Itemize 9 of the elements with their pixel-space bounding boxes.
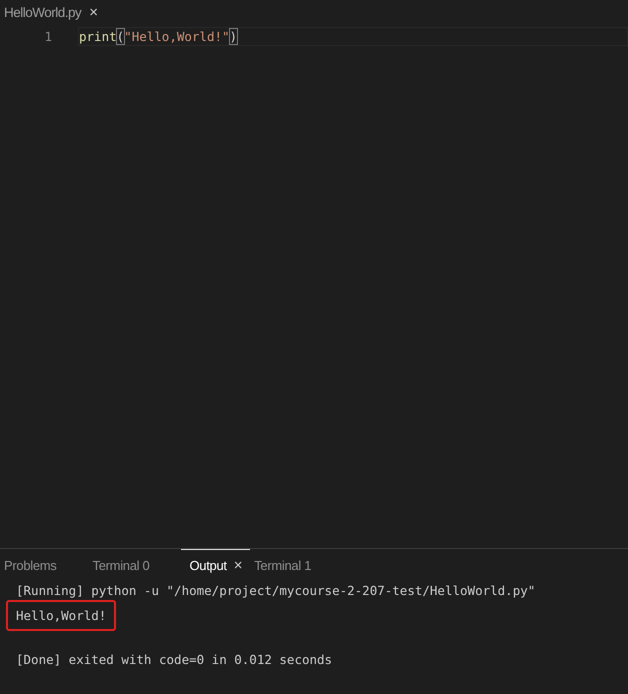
close-icon[interactable]: × <box>234 557 242 574</box>
line-number: 1 <box>43 29 53 44</box>
close-icon[interactable]: × <box>89 4 98 20</box>
output-line: [Done] exited with code=0 in 0.012 seconds <box>15 651 334 669</box>
panel-tab[interactable]: Terminal 0 <box>88 549 154 581</box>
panel-tab[interactable]: Terminal 1 <box>250 549 316 581</box>
output-line: [Running] python -u "/home/project/mycourse-2-207-test/HelloWorld.py" <box>15 582 536 600</box>
panel-tab[interactable]: Problems <box>0 549 61 581</box>
panel-tab[interactable]: Output × <box>181 549 250 581</box>
